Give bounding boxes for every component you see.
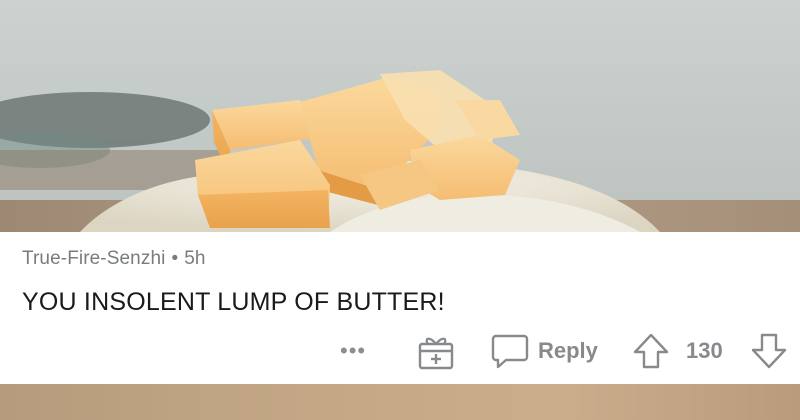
username[interactable]: True-Fire-Senzhi [22, 248, 165, 269]
reply-button[interactable]: Reply [488, 332, 608, 369]
butter-photo-illustration [0, 0, 800, 232]
more-options-button[interactable]: ••• [340, 338, 366, 364]
comment-card: True-Fire-Senzhi • 5h YOU INSOLENT LUMP OF… [0, 232, 800, 384]
arrow-down-icon[interactable] [750, 332, 788, 370]
speech-bubble-icon [491, 334, 529, 369]
meta-separator: • [171, 248, 179, 269]
image-bottom-strip [0, 384, 800, 420]
comment-meta: True-Fire-Senzhi • 5h [22, 248, 206, 270]
arrow-up-icon[interactable] [632, 332, 670, 370]
comment-image [0, 0, 800, 232]
gift-icon[interactable] [416, 332, 456, 370]
reply-label: Reply [538, 338, 598, 363]
vote-score: 130 [686, 338, 723, 363]
comment-actions: ••• Reply 130 [0, 332, 800, 372]
comment-text: YOU INSOLENT LUMP OF BUTTER! [22, 288, 445, 316]
comment-age: 5h [184, 248, 206, 269]
